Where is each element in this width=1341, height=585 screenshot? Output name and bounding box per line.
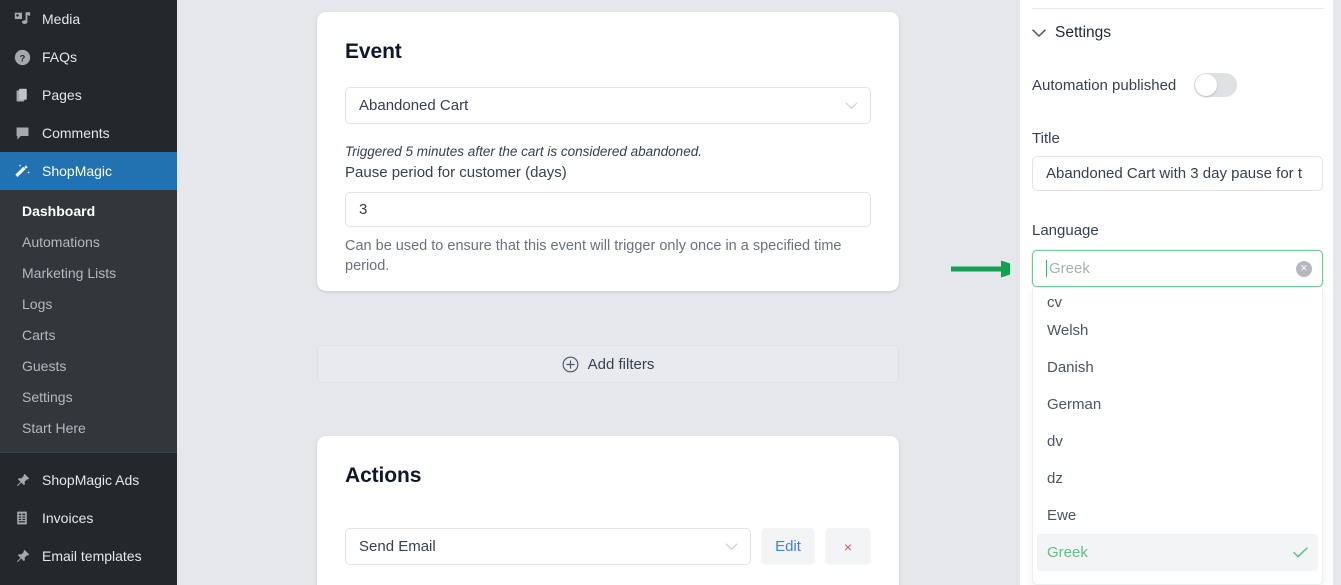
- list-item-label: German: [1047, 396, 1102, 413]
- plus-circle-icon: [562, 356, 579, 372]
- list-item-label: Danish: [1047, 359, 1094, 376]
- list-item-selected[interactable]: Greek: [1037, 534, 1318, 571]
- page-right-rail: [1333, 0, 1341, 585]
- sidebar-subitem-start-here[interactable]: Start Here: [0, 413, 177, 444]
- list-item-label: dz: [1047, 470, 1063, 487]
- panel-top-divider: [1032, 8, 1324, 9]
- event-card-title: Event: [345, 40, 402, 63]
- sidebar-item-invoices[interactable]: Invoices: [0, 499, 177, 537]
- language-field-label: Language: [1032, 222, 1099, 239]
- sidebar-item-label: Email templates: [42, 548, 142, 564]
- chevron-down-icon: [725, 542, 738, 550]
- list-item[interactable]: dv: [1033, 423, 1322, 460]
- list-item-label: Greek: [1047, 544, 1088, 561]
- shopmagic-submenu: Dashboard Automations Marketing Lists Lo…: [0, 190, 177, 452]
- sidebar-item-pages[interactable]: Pages: [0, 76, 177, 114]
- automation-published-row: Automation published: [1032, 73, 1238, 97]
- sidebar-subitem-automations[interactable]: Automations: [0, 227, 177, 258]
- pause-period-value: 3: [359, 201, 368, 218]
- comment-icon: [11, 123, 33, 143]
- media-icon: [11, 9, 33, 29]
- action-select-value: Send Email: [359, 538, 436, 555]
- pages-icon: [11, 85, 33, 105]
- sidebar-item-faqs[interactable]: ? FAQs: [0, 38, 177, 76]
- sidebar-subitem-guests[interactable]: Guests: [0, 351, 177, 382]
- sidebar-item-email-templates[interactable]: Email templates: [0, 537, 177, 575]
- action-row: Send Email Edit ×: [345, 528, 871, 565]
- language-search-input[interactable]: Greek ✕: [1032, 250, 1323, 287]
- language-placeholder: Greek: [1049, 260, 1090, 277]
- list-item[interactable]: Danish: [1033, 349, 1322, 386]
- actions-card: Actions Send Email Edit ×: [317, 436, 899, 585]
- pin-icon: [11, 470, 33, 490]
- sidebar-item-label: ShopMagic Ads: [42, 472, 140, 488]
- add-filters-label: Add filters: [587, 355, 655, 373]
- magic-wand-icon: [11, 161, 33, 181]
- language-dropdown-list[interactable]: cv Welsh Danish German dv dz Ewe Greek: [1032, 288, 1323, 585]
- settings-panel: Settings Automation published Title Aban…: [1020, 0, 1333, 585]
- app-root: Media ? FAQs Pages Comments ShopMagic Da…: [0, 0, 1341, 585]
- list-item-label: Welsh: [1047, 322, 1089, 339]
- title-input[interactable]: Abandoned Cart with 3 day pause for t: [1032, 156, 1323, 191]
- sidebar-item-label: Invoices: [42, 510, 94, 526]
- sidebar-subitem-marketing-lists[interactable]: Marketing Lists: [0, 258, 177, 289]
- title-input-value: Abandoned Cart with 3 day pause for t: [1046, 165, 1302, 182]
- question-circle-icon: ?: [11, 47, 33, 67]
- sidebar-subitem-dashboard[interactable]: Dashboard: [0, 196, 177, 227]
- sidebar-subitem-logs[interactable]: Logs: [0, 289, 177, 320]
- list-item[interactable]: Ewe: [1033, 497, 1322, 534]
- chevron-down-icon: [845, 101, 858, 109]
- chevron-down-icon: [1032, 28, 1046, 37]
- edit-action-button[interactable]: Edit: [761, 528, 815, 565]
- sidebar-item-label: ShopMagic: [42, 163, 113, 179]
- sidebar-item-label: FAQs: [42, 49, 78, 65]
- list-item[interactable]: German: [1033, 386, 1322, 423]
- sidebar-item-label: Media: [42, 11, 81, 27]
- toggle-knob: [1195, 74, 1218, 96]
- sidebar-item-label: Pages: [42, 87, 82, 103]
- title-field-label: Title: [1032, 130, 1060, 147]
- automation-published-label: Automation published: [1032, 76, 1177, 94]
- pause-period-help: Can be used to ensure that this event wi…: [345, 238, 842, 274]
- main-content: Event Abandoned Cart Triggered 5 minutes…: [177, 0, 1020, 585]
- list-item[interactable]: Welsh: [1033, 312, 1322, 349]
- sidebar-item-shopmagic-ads[interactable]: ShopMagic Ads: [0, 461, 177, 499]
- add-filters-button[interactable]: Add filters: [317, 345, 899, 383]
- delete-action-button[interactable]: ×: [825, 528, 871, 565]
- panel-gutter: [1010, 0, 1020, 585]
- svg-text:?: ?: [19, 53, 25, 63]
- check-icon: [1293, 547, 1308, 558]
- wp-admin-sidebar: Media ? FAQs Pages Comments ShopMagic Da…: [0, 0, 177, 585]
- sidebar-item-comments[interactable]: Comments: [0, 114, 177, 152]
- sidebar-subitem-settings[interactable]: Settings: [0, 382, 177, 413]
- event-trigger-note: Triggered 5 minutes after the cart is co…: [345, 144, 702, 159]
- list-item[interactable]: cv: [1033, 288, 1322, 312]
- pause-period-input[interactable]: 3: [345, 192, 871, 227]
- list-item[interactable]: dz: [1033, 460, 1322, 497]
- pin-icon: [11, 546, 33, 566]
- list-item-label: cv: [1047, 294, 1062, 311]
- event-select[interactable]: Abandoned Cart: [345, 87, 871, 124]
- text-caret: [1046, 260, 1047, 277]
- sidebar-subitem-carts[interactable]: Carts: [0, 320, 177, 351]
- action-select[interactable]: Send Email: [345, 528, 751, 565]
- event-card: Event Abandoned Cart Triggered 5 minutes…: [317, 12, 899, 291]
- settings-section-header[interactable]: Settings: [1032, 24, 1111, 42]
- actions-card-title: Actions: [345, 464, 422, 487]
- list-item-label: dv: [1047, 433, 1063, 450]
- automation-published-toggle[interactable]: [1194, 73, 1238, 97]
- sidebar-item-shopmagic[interactable]: ShopMagic: [0, 152, 177, 190]
- pause-period-label: Pause period for customer (days): [345, 164, 567, 181]
- settings-header-label: Settings: [1055, 24, 1112, 41]
- invoice-icon: [11, 508, 33, 528]
- sidebar-item-label: Comments: [42, 125, 110, 141]
- event-select-value: Abandoned Cart: [359, 97, 469, 114]
- clear-circle-icon[interactable]: ✕: [1296, 260, 1312, 277]
- sidebar-item-media[interactable]: Media: [0, 0, 177, 38]
- list-item-label: Ewe: [1047, 507, 1077, 524]
